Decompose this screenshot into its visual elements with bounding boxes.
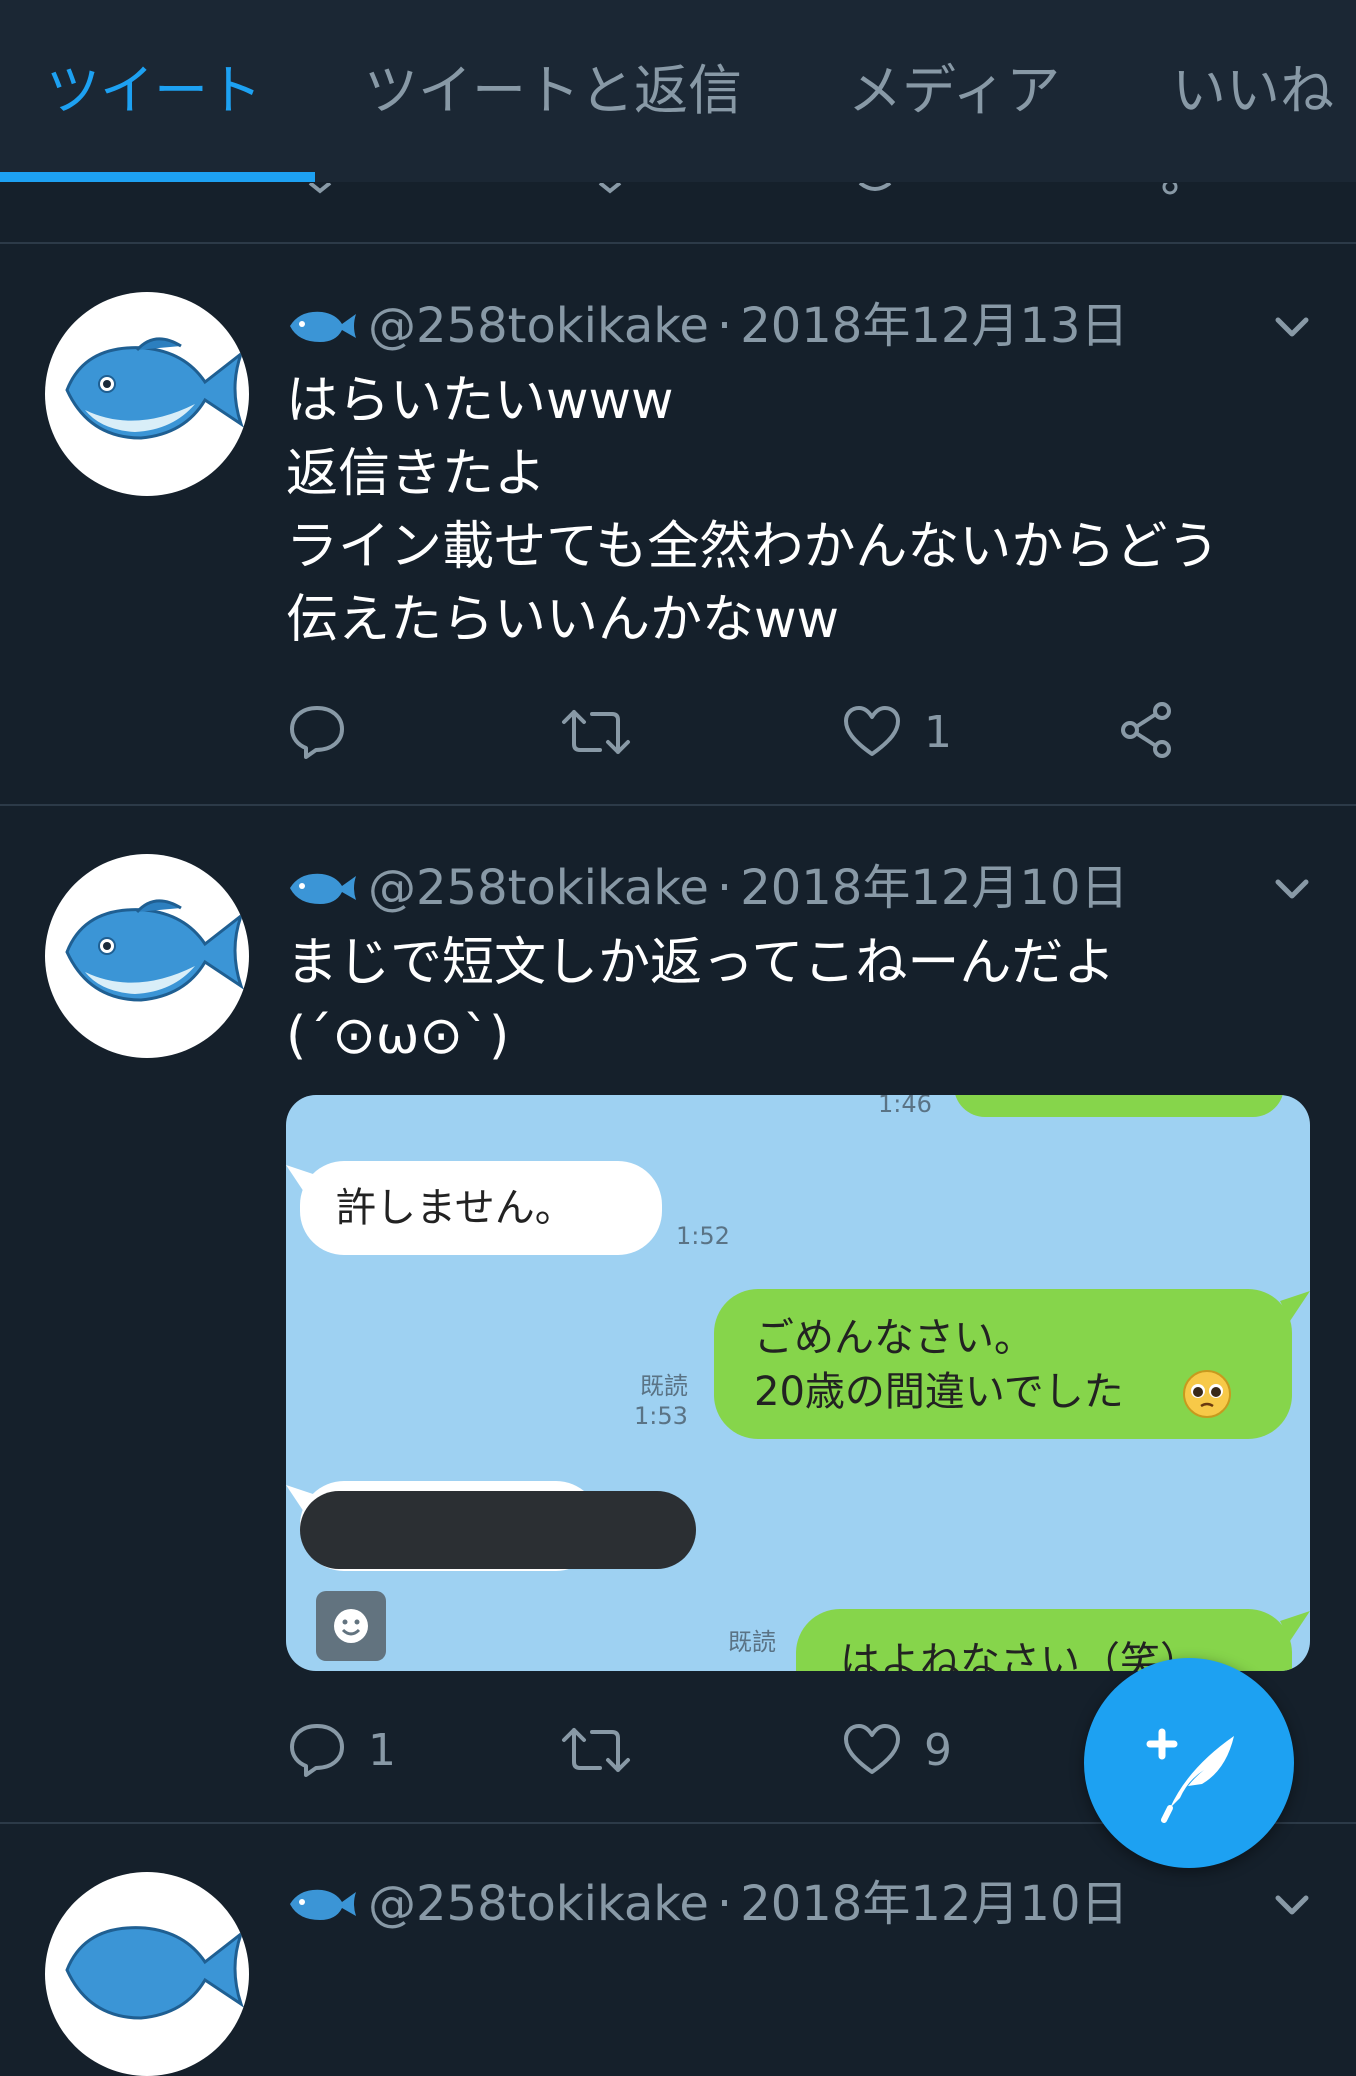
tweet-date[interactable]: 2018年12月13日 — [740, 298, 1128, 354]
tweet-meta: @258tokikake · 2018年12月10日 — [286, 1874, 1129, 1934]
avatar[interactable] — [45, 854, 249, 1058]
chat-bubble-received: 許しません。 — [300, 1161, 662, 1255]
tweet-meta: @258tokikake · 2018年12月13日 — [286, 296, 1129, 356]
reply-icon — [290, 1724, 344, 1777]
tweet-date[interactable]: 2018年12月10日 — [740, 860, 1128, 916]
retweet-button[interactable] — [560, 702, 632, 762]
tweet-handle[interactable]: @258tokikake — [368, 298, 709, 354]
tweet-handle[interactable]: @258tokikake — [368, 860, 709, 916]
like-icon — [844, 1724, 900, 1774]
tweet-text-line: 返信きたよ — [286, 444, 547, 504]
chat-message: ごめんなさい。 — [754, 1315, 1034, 1361]
like-count: 9 — [924, 1724, 952, 1776]
tweet-text-line: まじで短文しか返ってこねーんだよ — [286, 933, 1116, 993]
tweet-divider — [0, 804, 1356, 806]
fish-avatar-icon — [65, 337, 245, 440]
redaction-bar — [300, 1491, 696, 1569]
retweet-icon — [562, 710, 630, 754]
like-icon — [844, 706, 900, 756]
like-button[interactable]: 1 — [842, 702, 952, 762]
chat-message: 許しません。 — [336, 1185, 575, 1231]
fish-emoji-icon — [290, 1889, 356, 1920]
tweet-text-line: (´⊙ω⊙`) — [286, 1006, 510, 1066]
reply-icon — [290, 706, 344, 759]
tab-media[interactable]: メディア — [848, 56, 1060, 126]
meta-separator: · — [716, 298, 733, 354]
previous-tweet-actions-remnant — [300, 182, 1200, 196]
chat-read-label: 既読 — [640, 1372, 688, 1400]
share-icon — [1121, 702, 1171, 758]
fish-avatar-icon — [65, 899, 245, 1002]
avatar[interactable] — [45, 1872, 249, 2076]
profile-tab-bar: ツイート ツイートと返信 メディア いいね — [0, 0, 1356, 182]
fish-emoji-icon — [290, 873, 356, 904]
chat-bubble-cutoff — [954, 1095, 1284, 1117]
fish-emoji-icon — [290, 311, 356, 342]
tab-tweets-and-replies[interactable]: ツイートと返信 — [364, 56, 742, 126]
emoji-button — [316, 1591, 386, 1661]
bubble-tail — [1280, 1611, 1310, 1641]
tweet-text-line: はらいたいwww — [286, 371, 674, 431]
chat-message: 20歳の間違いでした — [754, 1369, 1124, 1415]
smiley-icon — [334, 1609, 368, 1643]
chat-time: 1:52 — [676, 1222, 730, 1250]
chat-bubble-sent: ごめんなさい。 20歳の間違いでした — [714, 1289, 1292, 1439]
avatar[interactable] — [45, 292, 249, 496]
like-count: 1 — [924, 706, 952, 758]
bubble-tail — [286, 1165, 316, 1195]
tab-tweets[interactable]: ツイート — [46, 56, 262, 126]
tweet-text-line: ライン載せても全然わかんないからどう — [286, 517, 1220, 577]
tweet-divider — [0, 242, 1356, 244]
tweet-date[interactable]: 2018年12月10日 — [740, 1876, 1128, 1932]
chevron-down-icon[interactable] — [1270, 1882, 1314, 1926]
bubble-tail — [1280, 1291, 1310, 1321]
tweet-media-image[interactable]: 1:46 許しません。 1:52 ごめんなさい。 20歳の間違いでした 既読 1… — [286, 1095, 1310, 1671]
pleading-face-emoji-icon — [1183, 1370, 1231, 1418]
meta-separator: · — [716, 860, 733, 916]
retweet-button[interactable] — [560, 1720, 632, 1780]
chevron-down-icon[interactable] — [1270, 866, 1314, 910]
tweet-text-line: 伝えたらいいんかなww — [286, 590, 840, 650]
chat-time: 1:46 — [878, 1095, 932, 1118]
compose-tweet-icon — [1146, 1728, 1234, 1823]
tweet-handle[interactable]: @258tokikake — [368, 1876, 709, 1932]
chat-read-label: 既読 — [728, 1628, 776, 1656]
compose-tweet-button[interactable] — [1084, 1658, 1294, 1868]
chat-time: 1:53 — [634, 1402, 688, 1430]
share-button[interactable] — [1118, 700, 1176, 760]
like-button[interactable]: 9 — [842, 1720, 952, 1780]
reply-count: 1 — [368, 1724, 396, 1776]
reply-button[interactable]: 1 — [288, 1720, 396, 1780]
tweet-meta: @258tokikake · 2018年12月10日 — [286, 858, 1129, 918]
chevron-down-icon[interactable] — [1270, 304, 1314, 348]
meta-separator: · — [716, 1876, 733, 1932]
active-tab-indicator — [0, 172, 315, 182]
reply-button[interactable] — [288, 702, 346, 762]
fish-avatar-icon — [65, 1926, 245, 2020]
tab-likes[interactable]: いいね — [1172, 56, 1334, 126]
retweet-icon — [562, 1728, 630, 1772]
